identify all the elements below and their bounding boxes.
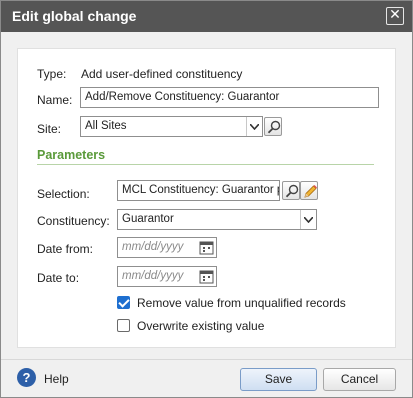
calendar-icon[interactable] <box>199 240 214 255</box>
overwrite-label: Overwrite existing value <box>137 319 265 333</box>
constituency-label: Constituency: <box>37 214 110 228</box>
site-label: Site: <box>37 122 62 136</box>
chevron-down-icon <box>300 210 316 229</box>
parameters-heading: Parameters <box>37 148 106 162</box>
close-icon: ✕ <box>389 7 401 23</box>
site-select-value: All Sites <box>85 120 127 132</box>
constituency-select[interactable]: Guarantor <box>117 209 317 230</box>
overwrite-checkbox[interactable] <box>117 319 130 332</box>
type-value: Add user-defined constituency <box>81 67 243 81</box>
footer-divider <box>1 359 412 360</box>
remove-unqualified-checkbox[interactable] <box>117 296 130 309</box>
type-label: Type: <box>37 67 67 81</box>
date-to-label: Date to: <box>37 271 80 285</box>
help-link[interactable]: Help <box>44 372 69 386</box>
parameters-divider <box>37 164 374 165</box>
question-circle-icon[interactable]: ? <box>17 368 36 387</box>
chevron-down-icon <box>246 117 262 136</box>
selection-label: Selection: <box>37 187 90 201</box>
date-to-field[interactable]: mm/dd/yyyy <box>117 266 217 287</box>
save-button[interactable]: Save <box>240 368 317 391</box>
site-search-button[interactable] <box>264 117 282 136</box>
dialog-titlebar: Edit global change ✕ <box>1 1 412 32</box>
remove-unqualified-label: Remove value from unqualified records <box>137 296 346 310</box>
close-button[interactable]: ✕ <box>386 7 404 25</box>
selection-edit-button[interactable] <box>300 181 318 200</box>
calendar-icon[interactable] <box>199 269 214 284</box>
selection-search-button[interactable] <box>282 181 300 200</box>
date-to-placeholder: mm/dd/yyyy <box>122 270 184 282</box>
edit-global-change-dialog: Edit global change ✕ Type: Add user-defi… <box>0 0 413 398</box>
name-field[interactable]: Add/Remove Constituency: Guarantor <box>80 87 379 108</box>
magnifier-icon <box>285 184 299 198</box>
date-from-field[interactable]: mm/dd/yyyy <box>117 237 217 258</box>
date-from-label: Date from: <box>37 242 94 256</box>
date-from-placeholder: mm/dd/yyyy <box>122 241 184 253</box>
site-select[interactable]: All Sites <box>80 116 263 137</box>
selection-field[interactable]: MCL Constituency: Guarantor pl <box>117 180 280 201</box>
dialog-title: Edit global change <box>12 8 137 24</box>
cancel-button[interactable]: Cancel <box>323 368 396 391</box>
magnifier-icon <box>267 120 281 134</box>
name-label: Name: <box>37 93 73 107</box>
constituency-select-value: Guarantor <box>122 213 174 225</box>
pencil-icon <box>304 185 317 198</box>
